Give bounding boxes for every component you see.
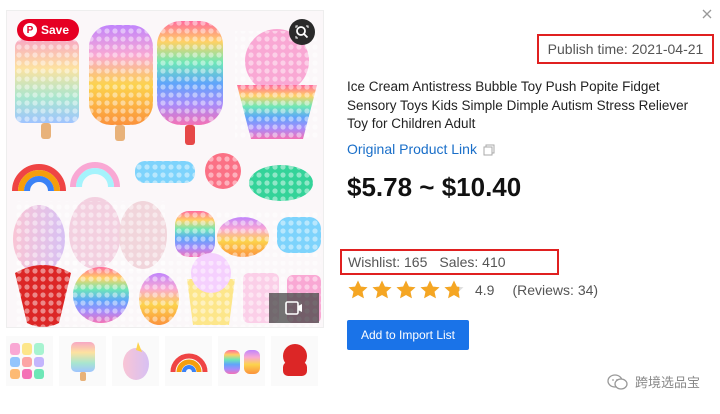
sales-count: Sales: 410: [439, 254, 506, 270]
product-title: Ice Cream Antistress Bubble Toy Push Pop…: [347, 79, 689, 131]
original-product-link-label: Original Product Link: [347, 141, 477, 157]
pinterest-icon: P: [23, 23, 37, 37]
wechat-watermark: 跨境选品宝: [607, 372, 700, 391]
rating-value: 4.9: [475, 282, 495, 298]
add-to-import-list-button[interactable]: Add to Import List: [347, 320, 469, 350]
close-icon: [702, 9, 712, 19]
save-label: Save: [41, 23, 70, 37]
star-icon: [444, 280, 464, 299]
lens-icon: [295, 25, 309, 39]
thumb-assorted-popits-icon: [9, 343, 44, 379]
popit-toys-illustration: [12, 21, 321, 327]
product-rating: 4.9 (Reviews: 34): [347, 279, 598, 301]
thumb-bear-popit-icon: [223, 350, 260, 374]
thumbnail-2[interactable]: [59, 336, 106, 386]
pinterest-save-button[interactable]: P Save: [17, 19, 80, 41]
copy-icon[interactable]: [483, 143, 495, 156]
star-icon: [372, 280, 392, 299]
video-play-button[interactable]: [269, 293, 319, 323]
star-icon: [348, 280, 368, 299]
original-product-link[interactable]: Original Product Link: [347, 141, 495, 157]
rating-stars: [347, 279, 465, 301]
star-icon: [420, 280, 440, 299]
thumbnail-3[interactable]: [112, 336, 159, 386]
star-icon: [396, 280, 416, 299]
watermark-text: 跨境选品宝: [634, 375, 700, 390]
product-price: $5.78 ~ $10.40: [347, 172, 522, 202]
wechat-icon: [607, 373, 628, 390]
thumb-rainbow-popit-icon: [170, 353, 207, 373]
close-button[interactable]: [702, 6, 712, 24]
publish-time: Publish time: 2021-04-21: [537, 34, 714, 64]
thumb-octopus-popit-icon: [282, 344, 307, 376]
thumb-unicorn-popit-icon: [122, 342, 149, 380]
thumbnail-4[interactable]: [165, 336, 212, 386]
reviews-count: (Reviews: 34): [512, 282, 599, 298]
thumb-popsicle-popit-icon: [70, 342, 95, 381]
thumbnail-1[interactable]: [6, 336, 53, 386]
thumbnail-6[interactable]: [271, 336, 318, 386]
wishlist-count: Wishlist: 165: [348, 254, 428, 270]
wishlist-sales-stats: Wishlist: 165 Sales: 410: [340, 249, 559, 275]
thumbnail-strip: [6, 336, 324, 386]
product-main-image[interactable]: P Save: [6, 10, 324, 328]
thumbnail-5[interactable]: [218, 336, 265, 386]
video-icon: [285, 301, 302, 315]
visual-search-button[interactable]: [289, 19, 315, 45]
